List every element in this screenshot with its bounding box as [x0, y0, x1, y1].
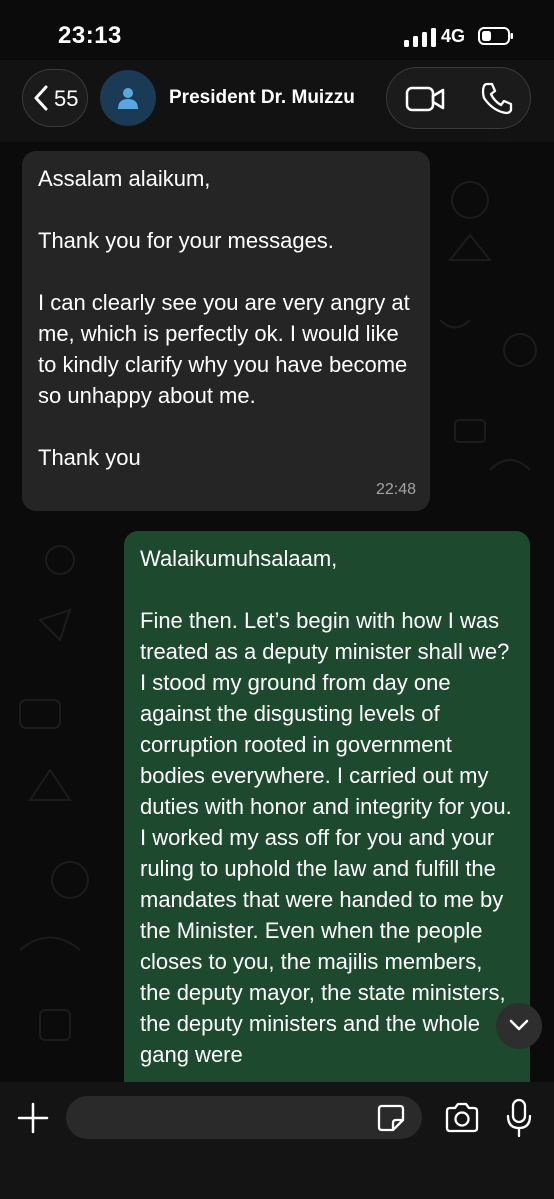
call-actions	[386, 67, 531, 129]
contact-name[interactable]: President Dr. Muizzu	[169, 87, 355, 109]
outgoing-message[interactable]: Walaikumuhsalaam, Fine then. Let’s begin…	[124, 531, 530, 1131]
status-time: 23:13	[58, 22, 122, 49]
camera-icon[interactable]	[444, 1102, 480, 1134]
battery-icon	[478, 27, 513, 45]
avatar[interactable]	[100, 70, 156, 126]
message-time: 22:48	[375, 481, 416, 498]
scroll-to-bottom-button[interactable]	[496, 1003, 542, 1049]
message-input-container[interactable]	[66, 1096, 422, 1141]
incoming-message[interactable]: Assalam alaikum, Thank you for your mess…	[22, 151, 430, 511]
message-text: Walaikumuhsalaam, Fine then. Let’s begin…	[140, 546, 512, 1067]
person-icon	[118, 88, 138, 109]
back-chevron-icon	[34, 85, 48, 111]
sticker-icon[interactable]	[376, 1103, 406, 1133]
phone-icon[interactable]	[481, 81, 513, 115]
unread-count: 55	[54, 86, 79, 111]
network-label: 4G	[441, 26, 466, 46]
plus-icon[interactable]	[16, 1101, 50, 1135]
message-input[interactable]	[82, 1096, 366, 1141]
chevron-down-icon	[509, 1019, 529, 1031]
status-bar: 23:13 4G	[0, 0, 554, 60]
chat-header: 55 President Dr. Muizzu	[0, 60, 554, 142]
message-text: Assalam alaikum, Thank you for your mess…	[38, 166, 410, 470]
message-composer	[0, 1082, 554, 1199]
back-button[interactable]: 55	[22, 69, 88, 127]
microphone-icon[interactable]	[504, 1098, 534, 1138]
video-call-icon[interactable]	[405, 85, 445, 113]
signal-icon	[404, 28, 436, 47]
